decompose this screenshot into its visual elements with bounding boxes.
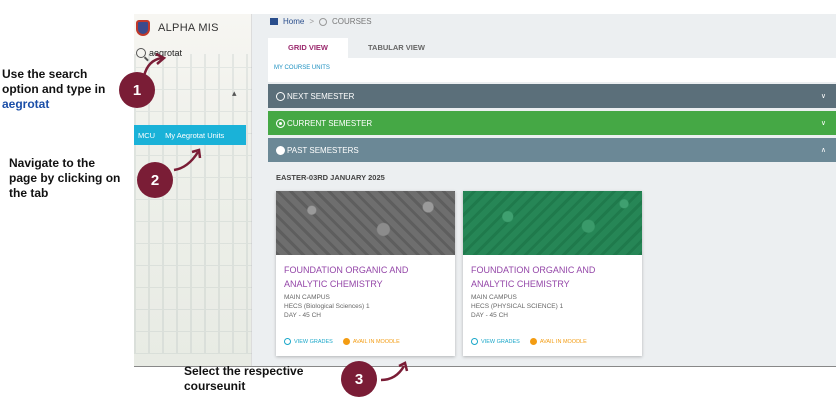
breadcrumb: Home > COURSES [270,17,372,26]
moodle-icon [342,338,350,345]
step2-arrow-icon [173,148,202,172]
accordion-label: PAST SEMESTERS [287,145,359,155]
grades-icon [471,338,478,345]
courses-icon [319,17,328,26]
view-grades-label: VIEW GRADES [294,338,333,345]
step3-line1: Select the respective [184,364,304,378]
tab-tabular-view[interactable]: TABULAR VIEW [348,38,445,58]
course-actions: VIEW GRADES AVAIL IN MOODLE [471,338,587,345]
step2-line3: the tab [9,186,49,200]
step1-line1: Use the search [2,67,88,81]
course-banner-image [276,191,455,255]
menu-item-label: My Aegrotat Units [165,130,225,140]
my-course-units-link[interactable]: MY COURSE UNITS [274,65,330,71]
view-tabs: GRID VIEW TABULAR VIEW [268,38,445,58]
sidebar-item-my-aegrotat-units[interactable]: MCU My Aegrotat Units [134,125,246,145]
avail-in-moodle-link[interactable]: AVAIL IN MOODLE [342,338,400,345]
accordion-next-semester[interactable]: NEXT SEMESTER ∨ [268,84,836,108]
app-window: ALPHA MIS ▴ MCU My Aegrotat Units Home >… [134,14,836,366]
course-program: HECS (PHYSICAL SCIENCE) 1 [471,303,564,310]
app-name: ALPHA MIS [158,22,219,34]
tab-grid-view[interactable]: GRID VIEW [268,38,349,58]
brand[interactable]: ALPHA MIS [134,20,219,36]
step2-instruction: Navigate to the page by clicking on the … [9,156,120,201]
tab-panel [268,58,836,82]
radio-icon [276,91,285,101]
accordion-label: CURRENT SEMESTER [287,118,373,128]
course-meta: MAIN CAMPUS HECS (PHYSICAL SCIENCE) 1 DA… [471,293,563,320]
step3-arrow-icon [380,361,409,382]
step1-arrow-icon [142,52,167,77]
view-grades-link[interactable]: VIEW GRADES [471,338,520,345]
home-icon [270,18,278,25]
breadcrumb-home[interactable]: Home [283,17,304,26]
radio-icon [276,118,285,128]
radio-icon [276,145,285,155]
avail-in-moodle-label: AVAIL IN MOODLE [539,338,587,345]
step1-line2: option and type in [2,82,106,96]
menu-item-code: MCU [138,130,156,140]
view-grades-label: VIEW GRADES [481,338,520,345]
caret-icon[interactable]: ▴ [232,88,237,99]
breadcrumb-current: COURSES [332,17,372,26]
main-content: Home > COURSES GRID VIEW TABULAR VIEW MY… [262,14,836,366]
chevron-up-icon: ∧ [820,147,826,154]
chevron-down-icon: ∨ [820,120,826,127]
accordion-label: NEXT SEMESTER [287,91,355,101]
moodle-icon [529,338,537,345]
course-session: DAY - 45 CH [284,312,321,319]
course-session: DAY - 45 CH [471,312,508,319]
step2-line2: page by clicking on [9,171,121,185]
course-card[interactable]: FOUNDATION ORGANIC AND ANALYTIC CHEMISTR… [463,191,642,356]
view-grades-link[interactable]: VIEW GRADES [284,338,333,345]
step1-instruction: Use the search option and type in aegrot… [2,67,105,112]
course-campus: MAIN CAMPUS [284,294,330,301]
course-meta: MAIN CAMPUS HECS (Biological Sciences) 1… [284,293,370,320]
accordion-current-semester[interactable]: CURRENT SEMESTER ∨ [268,111,836,135]
step3-instruction: Select the respective courseunit [184,364,303,394]
semester-title: EASTER-03RD JANUARY 2025 [276,173,385,182]
course-title[interactable]: FOUNDATION ORGANIC AND ANALYTIC CHEMISTR… [284,263,444,291]
avail-in-moodle-link[interactable]: AVAIL IN MOODLE [529,338,587,345]
avail-in-moodle-label: AVAIL IN MOODLE [352,338,400,345]
grades-icon [284,338,291,345]
course-campus: MAIN CAMPUS [471,294,517,301]
step2-badge: 2 [137,162,173,198]
logo-icon [136,20,150,36]
chevron-down-icon: ∨ [820,93,826,100]
breadcrumb-separator: > [309,17,315,26]
step1-keyword: aegrotat [2,97,50,111]
course-banner-image [463,191,642,255]
course-title[interactable]: FOUNDATION ORGANIC AND ANALYTIC CHEMISTR… [471,263,631,291]
course-actions: VIEW GRADES AVAIL IN MOODLE [284,338,400,345]
step3-badge: 3 [341,361,377,397]
step3-line2: courseunit [184,379,246,393]
accordion-past-semesters[interactable]: PAST SEMESTERS ∧ [268,138,836,162]
course-program: HECS (Biological Sciences) 1 [284,303,370,310]
course-card[interactable]: FOUNDATION ORGANIC AND ANALYTIC CHEMISTR… [276,191,455,356]
step2-line1: Navigate to the [9,156,96,170]
